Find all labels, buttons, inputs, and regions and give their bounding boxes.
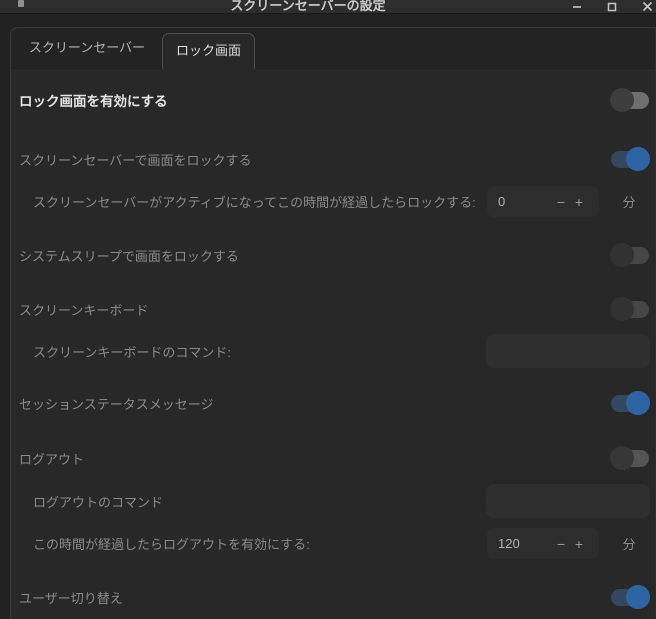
setting-row-lock-on-screensaver: スクリーンセーバーで画面をロックする bbox=[11, 144, 655, 174]
tab-strip: スクリーンセーバー ロック画面 bbox=[11, 28, 655, 69]
toggle-status-messages[interactable] bbox=[611, 391, 650, 415]
tab-lock-screen[interactable]: ロック画面 bbox=[162, 33, 255, 69]
decrement-button[interactable]: − bbox=[552, 536, 570, 552]
toggle-knob bbox=[610, 243, 634, 267]
setting-label: スクリーンキーボード bbox=[19, 302, 149, 318]
window-menu-icon[interactable] bbox=[18, 0, 24, 7]
tab-screensaver-label: スクリーンセーバー bbox=[28, 40, 146, 55]
toggle-user-switching[interactable] bbox=[611, 585, 650, 609]
tab-lock-screen-label: ロック画面 bbox=[175, 43, 241, 58]
toggle-knob bbox=[610, 88, 634, 112]
minimize-icon bbox=[573, 5, 581, 8]
toggle-screen-keyboard[interactable] bbox=[610, 297, 649, 321]
toggle-logout[interactable] bbox=[610, 446, 649, 470]
setting-label: スクリーンキーボードのコマンド: bbox=[33, 344, 231, 360]
setting-label: スクリーンセーバーで画面をロックする bbox=[19, 152, 252, 168]
lock-screen-page: ロック画面を有効にする スクリーンセーバーで画面をロックする スクリーンセーバー… bbox=[11, 69, 655, 619]
toggle-knob bbox=[626, 585, 650, 609]
setting-label: この時間が経過したらログアウトを有効にする: bbox=[33, 537, 310, 552]
logout-delay-spinbox[interactable]: 120 − + bbox=[487, 528, 599, 559]
logout-command-input[interactable] bbox=[486, 484, 650, 518]
setting-label: ユーザー切り替え bbox=[19, 590, 123, 606]
tab-screensaver[interactable]: スクリーンセーバー bbox=[11, 28, 163, 68]
maximize-button[interactable] bbox=[605, 0, 619, 13]
close-icon bbox=[642, 1, 652, 12]
setting-label: ログアウト bbox=[19, 451, 85, 467]
titlebar: スクリーンセーバーの設定 bbox=[0, 0, 656, 14]
setting-row-keyboard-command: スクリーンキーボードのコマンド: bbox=[11, 334, 655, 368]
window-title: スクリーンセーバーの設定 bbox=[230, 0, 386, 13]
close-button[interactable] bbox=[640, 0, 654, 13]
maximize-icon bbox=[607, 2, 617, 11]
toggle-knob bbox=[626, 391, 650, 415]
toggle-lock-on-sleep[interactable] bbox=[610, 243, 649, 267]
decrement-button[interactable]: − bbox=[552, 194, 570, 210]
setting-row-lock-delay: スクリーンセーバーがアクティブになってこの時間が経過したらロックする: 0 − … bbox=[11, 186, 655, 217]
setting-label: スクリーンセーバーがアクティブになってこの時間が経過したらロックする: bbox=[33, 195, 476, 210]
setting-row-status-messages: セッションステータスメッセージ bbox=[11, 388, 655, 418]
setting-row-screen-keyboard: スクリーンキーボード bbox=[11, 294, 655, 324]
toggle-knob bbox=[610, 297, 634, 321]
increment-button[interactable]: + bbox=[570, 536, 588, 552]
toggle-enable-lock-screen[interactable] bbox=[610, 88, 649, 112]
setting-label: ロック画面を有効にする bbox=[19, 94, 168, 109]
toggle-knob bbox=[610, 446, 634, 470]
setting-row-logout-command: ログアウトのコマンド bbox=[11, 484, 655, 518]
settings-notebook: スクリーンセーバー ロック画面 ロック画面を有効にする スクリーンセーバーで画面… bbox=[10, 27, 656, 619]
setting-row-logout-delay: この時間が経過したらログアウトを有効にする: 120 − + 分 bbox=[11, 528, 655, 559]
setting-label: セッションステータスメッセージ bbox=[19, 396, 214, 412]
toggle-lock-on-screensaver[interactable] bbox=[611, 147, 650, 171]
setting-row-logout: ログアウト bbox=[11, 443, 655, 473]
lock-delay-spinbox[interactable]: 0 − + bbox=[487, 186, 599, 217]
spin-value[interactable]: 120 bbox=[498, 536, 552, 551]
setting-label: ログアウトのコマンド bbox=[33, 494, 164, 510]
minimize-button[interactable] bbox=[570, 0, 584, 13]
increment-button[interactable]: + bbox=[570, 194, 588, 210]
setting-row-user-switching: ユーザー切り替え bbox=[11, 582, 655, 612]
spin-value[interactable]: 0 bbox=[498, 194, 552, 209]
keyboard-command-input[interactable] bbox=[486, 334, 650, 368]
minutes-unit-label: 分 bbox=[622, 195, 636, 210]
minutes-unit-label: 分 bbox=[622, 537, 636, 552]
screensaver-settings-window: スクリーンセーバーの設定 スクリーンセーバー ロック画面 ロック画面を有効にする bbox=[0, 0, 656, 619]
setting-row-enable-lock-screen: ロック画面を有効にする bbox=[11, 85, 655, 115]
toggle-knob bbox=[626, 147, 650, 171]
setting-row-lock-on-sleep: システムスリープで画面をロックする bbox=[11, 240, 655, 270]
setting-label: システムスリープで画面をロックする bbox=[19, 248, 239, 264]
